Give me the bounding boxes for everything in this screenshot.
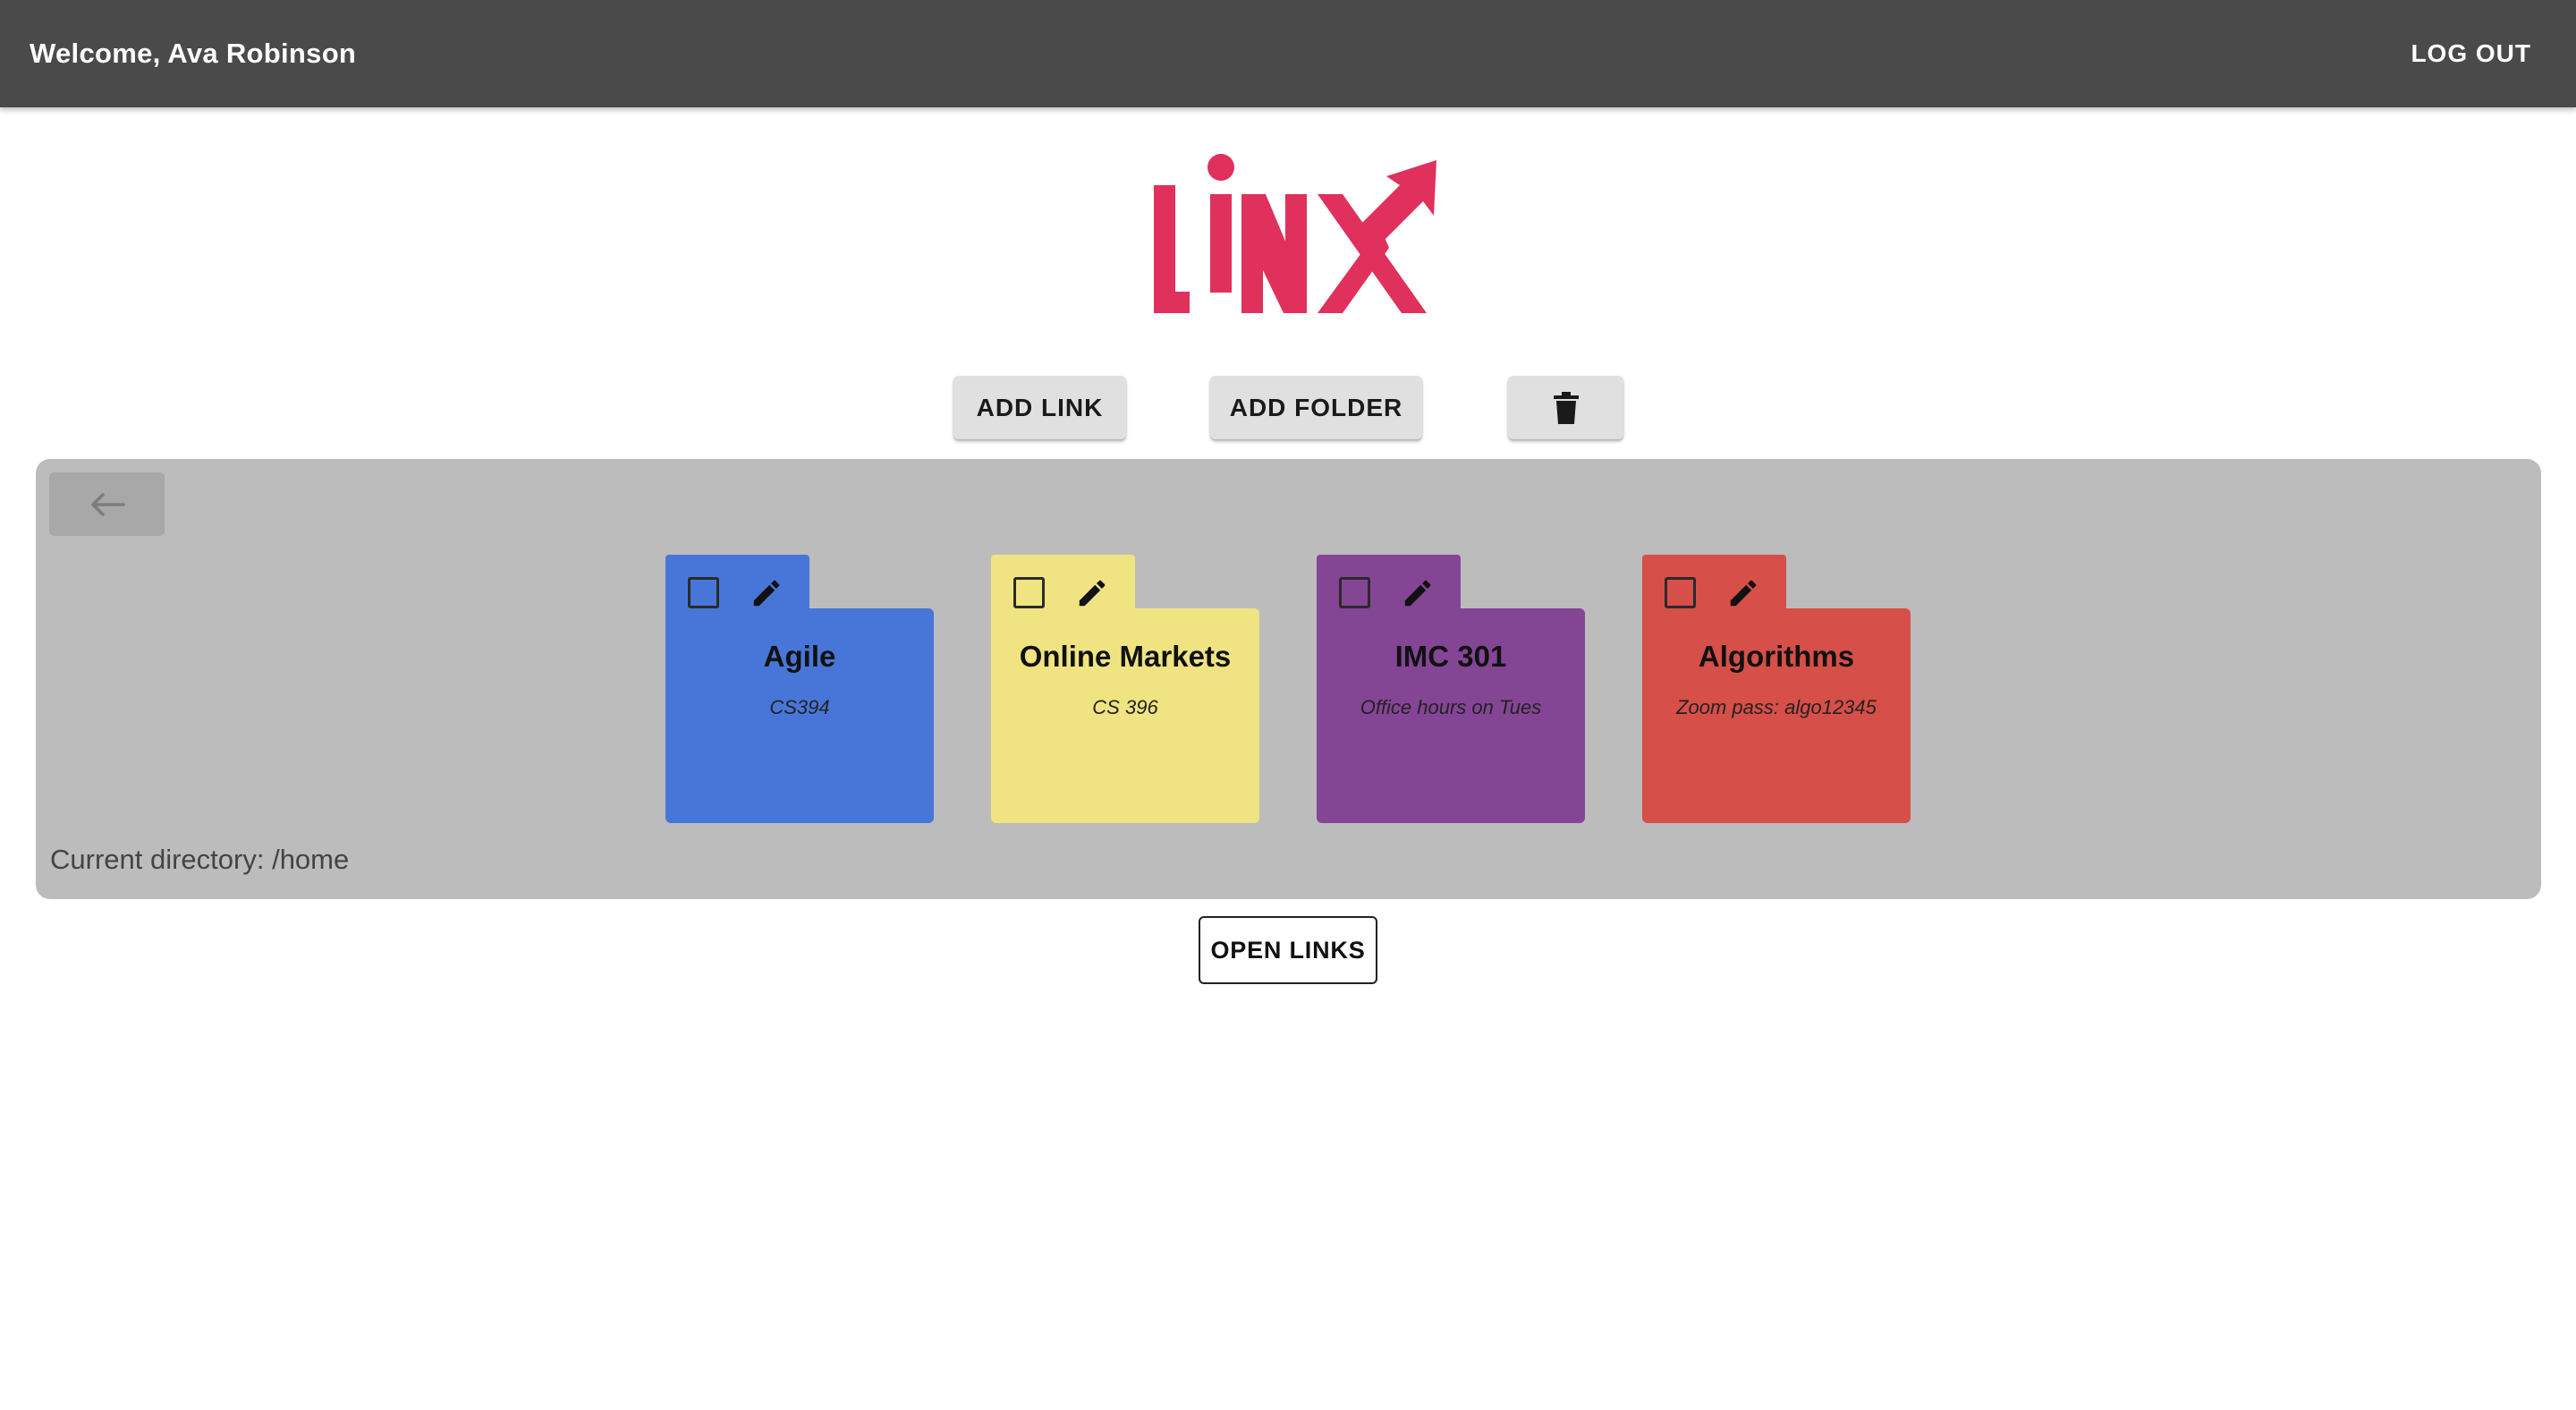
linx-logo xyxy=(1154,154,1436,313)
add-link-button[interactable]: ADD LINK xyxy=(953,376,1126,439)
folder-checkbox[interactable] xyxy=(688,577,719,608)
folder-name: Agile xyxy=(763,640,836,673)
folder-name: IMC 301 xyxy=(1394,640,1507,673)
open-links-button[interactable]: OPEN LINKS xyxy=(1199,916,1377,984)
delete-button[interactable] xyxy=(1508,376,1623,439)
top-app-bar: Welcome, Ava Robinson LOG OUT xyxy=(0,0,2576,107)
folder-description: Office hours on Tues xyxy=(1360,696,1542,718)
folder-card[interactable]: Agile CS394 xyxy=(665,555,934,823)
folder-checkbox[interactable] xyxy=(1339,577,1370,608)
folder-checkbox[interactable] xyxy=(1013,577,1045,608)
current-directory: Current directory: /home xyxy=(50,844,350,875)
folder-description: CS394 xyxy=(769,696,830,718)
folder-name: Algorithms xyxy=(1698,640,1855,673)
pencil-icon[interactable] xyxy=(1401,576,1435,610)
folder-panel: Agile CS394 Online Markets CS 396 IMC 30… xyxy=(36,459,2541,899)
folder-description: CS 396 xyxy=(1092,696,1158,718)
logout-button[interactable]: LOG OUT xyxy=(2393,27,2549,81)
back-button[interactable] xyxy=(49,472,165,536)
folder-description: Zoom pass: algo12345 xyxy=(1676,696,1877,718)
folder-card[interactable]: IMC 301 Office hours on Tues xyxy=(1317,555,1585,823)
pencil-icon[interactable] xyxy=(1726,576,1760,610)
folder-card[interactable]: Algorithms Zoom pass: algo12345 xyxy=(1642,555,1911,823)
folder-card[interactable]: Online Markets CS 396 xyxy=(991,555,1259,823)
arrow-left-icon xyxy=(90,492,125,516)
pencil-icon[interactable] xyxy=(750,576,784,610)
folder-name: Online Markets xyxy=(1019,640,1232,673)
trash-icon xyxy=(1553,391,1579,424)
folder-checkbox[interactable] xyxy=(1665,577,1696,608)
pencil-icon[interactable] xyxy=(1075,576,1109,610)
welcome-text: Welcome, Ava Robinson xyxy=(30,38,357,69)
add-folder-button[interactable]: ADD FOLDER xyxy=(1210,376,1422,439)
